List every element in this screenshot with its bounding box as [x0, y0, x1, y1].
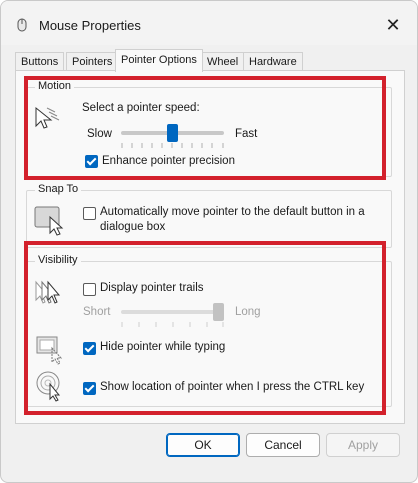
show-location-label: Show location of pointer when I press th…	[100, 381, 365, 393]
pointer-speed-ticks	[121, 143, 224, 148]
tab-bar: Buttons Pointers Pointer Options Wheel H…	[15, 49, 405, 72]
tab-pointers[interactable]: Pointers	[66, 52, 119, 72]
apply-button[interactable]: Apply	[326, 433, 400, 457]
snap-to-group-title: Snap To	[35, 183, 82, 195]
title-bar: Mouse Properties ✕	[1, 1, 417, 45]
pointer-options-panel: Motion Select a pointer speed: Slow Fast	[15, 70, 405, 424]
hide-pointer-label: Hide pointer while typing	[100, 341, 226, 353]
snap-to-label-line1: Automatically move pointer to the defaul…	[100, 206, 365, 218]
tab-pointer-options[interactable]: Pointer Options	[115, 49, 203, 72]
show-location-checkbox[interactable]	[83, 382, 96, 395]
pointer-speed-slider[interactable]	[167, 124, 178, 142]
hide-pointer-checkbox[interactable]	[83, 342, 96, 355]
snap-to-group: Snap To Automatically move pointer to th…	[26, 183, 392, 248]
snap-to-checkbox[interactable]	[83, 207, 96, 220]
visibility-group: Visibility Display pointer trails Short …	[26, 254, 392, 407]
tab-buttons[interactable]: Buttons	[15, 52, 65, 72]
enhance-precision-label: Enhance pointer precision	[102, 155, 235, 167]
pointer-trails-slider[interactable]	[213, 303, 224, 321]
ok-button[interactable]: OK	[166, 433, 240, 457]
pointer-trails-label: Display pointer trails	[100, 282, 204, 294]
pointer-trails-track	[121, 310, 224, 314]
motion-group-title: Motion	[35, 80, 75, 92]
tab-wheel[interactable]: Wheel	[201, 52, 245, 72]
tab-hardware[interactable]: Hardware	[243, 52, 303, 72]
pointer-trails-ticks	[121, 322, 224, 327]
visibility-group-title: Visibility	[35, 254, 81, 266]
snap-to-icon	[34, 206, 64, 236]
mouse-properties-window: Mouse Properties ✕ Buttons Pointers Poin…	[0, 0, 418, 483]
slow-label: Slow	[87, 128, 112, 140]
enhance-precision-checkbox[interactable]	[85, 155, 98, 168]
hide-pointer-icon	[36, 336, 63, 365]
short-label: Short	[83, 306, 111, 318]
pointer-trails-icon	[35, 280, 61, 304]
long-label: Long	[235, 306, 261, 318]
pointer-trails-checkbox[interactable]	[83, 283, 96, 296]
fast-label: Fast	[235, 128, 258, 140]
pointer-speed-icon	[35, 106, 60, 129]
motion-group: Motion Select a pointer speed: Slow Fast	[26, 80, 392, 177]
speed-label: Select a pointer speed:	[82, 102, 200, 114]
cancel-button[interactable]: Cancel	[246, 433, 320, 457]
close-button[interactable]: ✕	[381, 13, 405, 37]
show-location-icon	[36, 371, 61, 402]
window-title: Mouse Properties	[39, 18, 141, 33]
close-icon: ✕	[385, 14, 401, 35]
mouse-icon	[17, 18, 27, 32]
snap-to-label-line2: dialogue box	[100, 221, 166, 233]
